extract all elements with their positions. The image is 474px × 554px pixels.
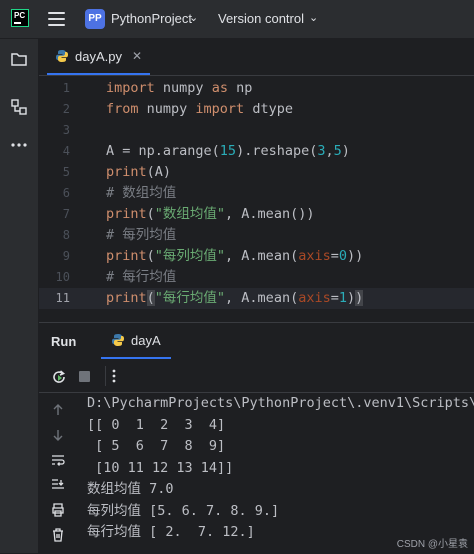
python-file-icon (56, 50, 68, 62)
trash-icon[interactable] (51, 528, 65, 542)
print-icon[interactable] (51, 503, 65, 517)
code-line[interactable]: 1 import numpy as np (39, 78, 474, 99)
arrow-down-icon[interactable] (51, 428, 65, 442)
line-number: 2 (62, 102, 70, 116)
code-line[interactable]: 2 from numpy import dtype (39, 99, 474, 120)
code-text: print("每行均值", A.mean(axis=1)) (106, 290, 364, 306)
console-side-toolbar (39, 393, 77, 554)
code-line[interactable]: 5 print(A) (39, 162, 474, 183)
code-line[interactable]: 9 print("每列均值", A.mean(axis=0)) (39, 246, 474, 267)
folder-icon[interactable] (10, 50, 28, 68)
console-line: [[ 0 1 2 3 4] (87, 416, 226, 433)
run-title: Run (51, 334, 77, 349)
line-number: 4 (62, 144, 70, 158)
console-line: 每列均值 [5. 6. 7. 8. 9.] (87, 502, 280, 519)
structure-icon[interactable] (10, 98, 28, 116)
toolbar-divider (105, 366, 106, 386)
rerun-icon[interactable] (51, 369, 67, 385)
run-tool-window: Run dayA D:\PycharmProjects\PythonProjec… (39, 322, 474, 554)
stop-icon[interactable] (79, 371, 90, 382)
main-menu-icon[interactable] (48, 12, 65, 26)
chevron-down-icon[interactable]: ⌄ (309, 11, 318, 24)
run-tab-label: dayA (131, 332, 161, 348)
console-line: D:\PycharmProjects\PythonProject\.venv1\… (87, 395, 474, 411)
project-name[interactable]: PythonProject (111, 11, 192, 26)
version-control-menu[interactable]: Version control (218, 11, 304, 26)
code-editor[interactable]: 1 import numpy as np 2 from numpy import dt… (39, 76, 474, 322)
more-options-icon[interactable] (111, 368, 117, 384)
line-number: 9 (62, 249, 70, 263)
code-line[interactable]: 6 # 数组均值 (39, 183, 474, 204)
code-text: from numpy import dtype (106, 101, 293, 117)
editor-tab-bar: dayA.py ✕ (39, 39, 474, 76)
tab-label: dayA.py (75, 48, 122, 64)
tool-window-strip (0, 39, 39, 553)
more-icon[interactable] (10, 136, 28, 154)
code-line[interactable]: 11 print("每行均值", A.mean(axis=1)) (39, 288, 474, 309)
code-text: # 每行均值 (106, 269, 177, 285)
line-number: 6 (62, 186, 70, 200)
arrow-up-icon[interactable] (51, 403, 65, 417)
code-text: print("数组均值", A.mean()) (106, 206, 315, 222)
project-badge[interactable]: PP (85, 9, 105, 29)
code-text: # 每列均值 (106, 227, 177, 243)
tab-dayA-py[interactable]: dayA.py ✕ (47, 39, 151, 75)
soft-wrap-icon[interactable] (51, 453, 65, 467)
code-line[interactable]: 10 # 每行均值 (39, 267, 474, 288)
code-line[interactable]: 4 A = np.arange(15).reshape(3,5) (39, 141, 474, 162)
code-text: A = np.arange(15).reshape(3,5) (106, 143, 350, 159)
line-number: 7 (62, 207, 70, 221)
scroll-to-end-icon[interactable] (51, 478, 65, 492)
line-number: 1 (62, 81, 70, 95)
code-text: # 数组均值 (106, 185, 177, 201)
code-text: import numpy as np (106, 80, 253, 96)
close-icon[interactable]: ✕ (132, 49, 142, 63)
code-line[interactable]: 7 print("数组均值", A.mean()) (39, 204, 474, 225)
console-line: 数组均值 7.0 (87, 481, 174, 497)
run-tab-dayA[interactable]: dayA (101, 323, 171, 359)
line-number: 11 (55, 291, 70, 305)
chevron-down-icon[interactable]: ⌄ (189, 11, 198, 24)
code-line[interactable]: 3 (39, 120, 474, 141)
line-number: 10 (55, 270, 70, 284)
run-header: Run dayA (39, 323, 474, 359)
line-number: 5 (62, 165, 70, 179)
line-number: 3 (62, 123, 70, 137)
code-text: print(A) (106, 164, 172, 180)
run-toolbar (39, 360, 474, 393)
code-line[interactable]: 8 # 每列均值 (39, 225, 474, 246)
console-line: [10 11 12 13 14]] (87, 459, 234, 476)
title-bar: PC PP PythonProject ⌄ Version control ⌄ (0, 0, 474, 39)
python-file-icon (112, 334, 124, 346)
code-text: print("每列均值", A.mean(axis=0)) (106, 248, 364, 264)
watermark: CSDN @小星袁 (396, 539, 468, 550)
pycharm-logo: PC (11, 9, 29, 27)
console-line: [ 5 6 7 8 9] (87, 438, 226, 454)
console-output[interactable]: D:\PycharmProjects\PythonProject\.venv1\… (87, 393, 474, 554)
line-number: 8 (62, 228, 70, 242)
